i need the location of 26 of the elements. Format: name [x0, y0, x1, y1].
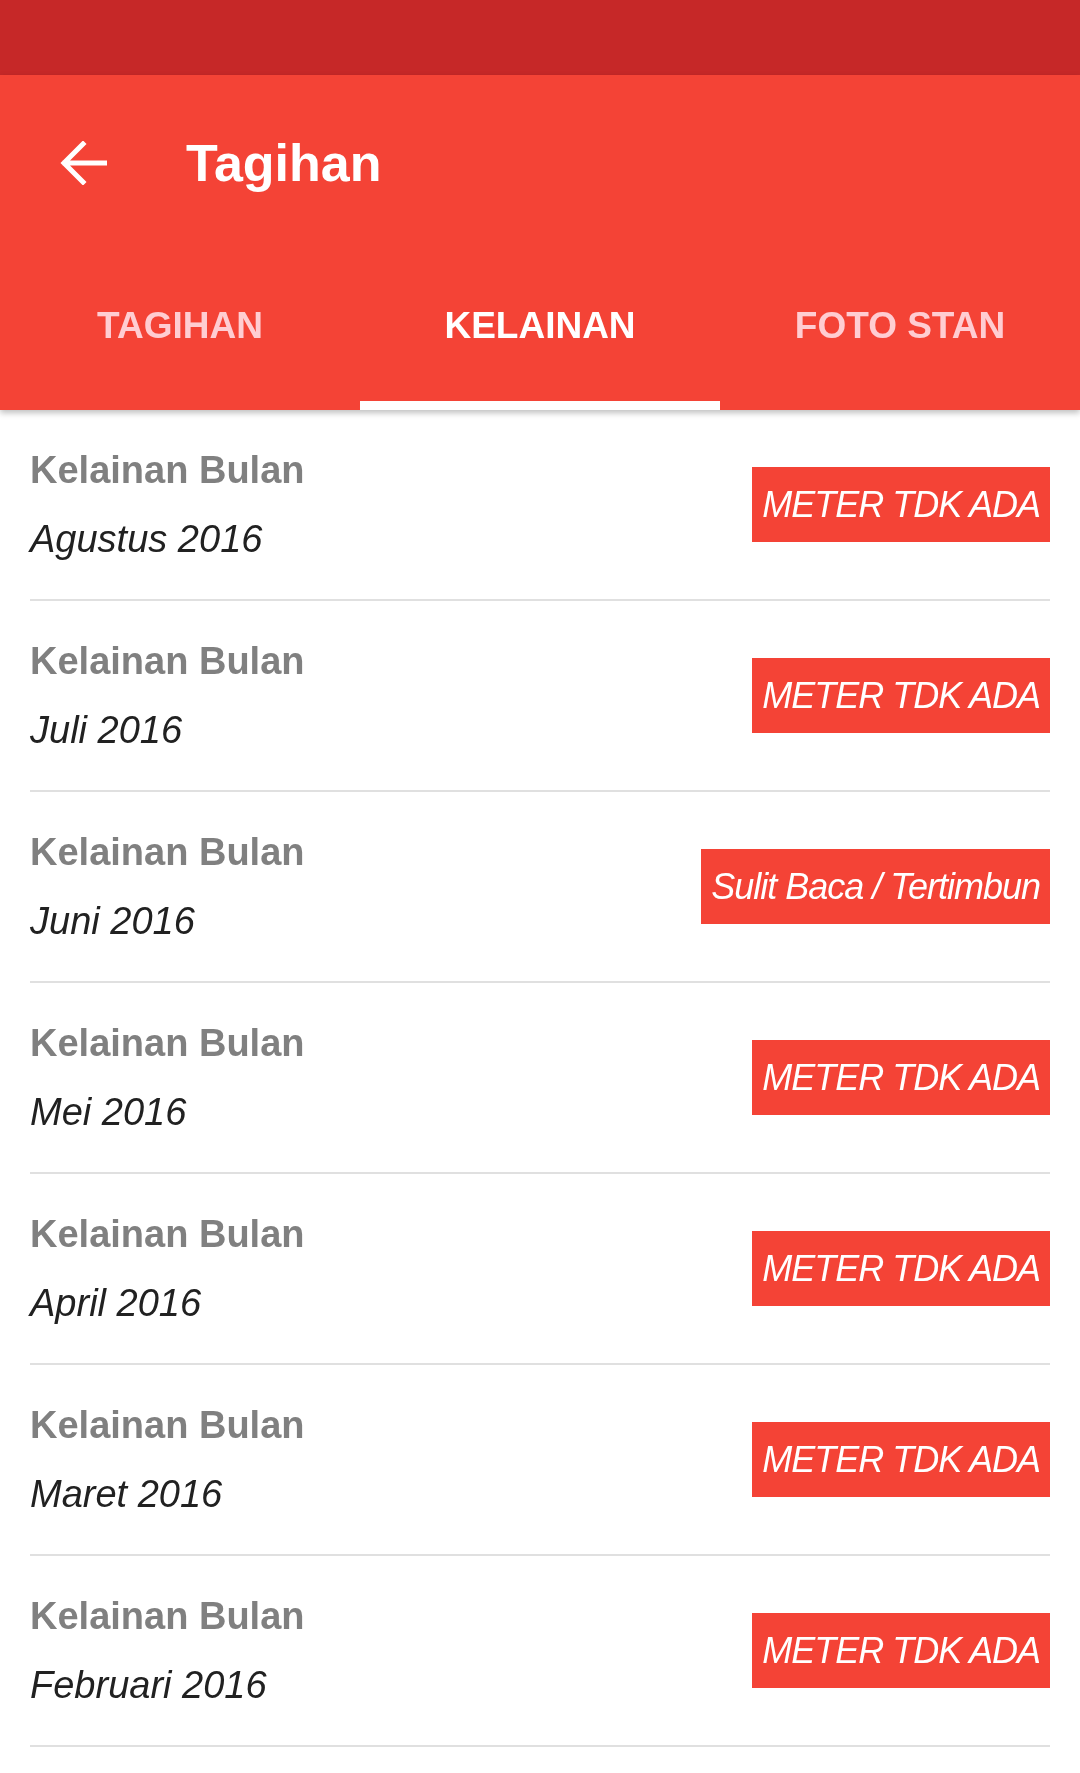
month-text: Maret 2016: [30, 1472, 224, 1516]
row-label: Kelainan Bulan: [30, 1403, 305, 1447]
row-label: Kelainan Bulan: [30, 1212, 305, 1256]
status-tag: METER TDK ADA: [752, 1422, 1050, 1497]
status-tag: METER TDK ADA: [752, 1613, 1050, 1688]
tab[interactable]: KELAINAN: [360, 250, 720, 410]
row-label: Kelainan Bulan: [30, 1594, 305, 1638]
month-text: Agustus 2016: [30, 517, 264, 561]
month-text: April 2016: [30, 1281, 203, 1325]
row-label: Kelainan Bulan: [30, 1021, 305, 1065]
row-label: Kelainan Bulan: [30, 639, 305, 683]
month-text: Juni 2016: [30, 899, 196, 943]
month-text: Juli 2016: [30, 708, 184, 752]
status-tag: METER TDK ADA: [752, 1231, 1050, 1306]
tab[interactable]: TAGIHAN: [0, 250, 360, 410]
back-arrow-icon: [59, 140, 107, 185]
month-text: Februari 2016: [30, 1663, 268, 1707]
status-tag: Sulit Baca / Tertimbun: [701, 849, 1050, 924]
screen-title: Tagihan: [186, 132, 382, 193]
row-label: Kelainan Bulan: [30, 830, 305, 874]
status-tag: METER TDK ADA: [752, 467, 1050, 542]
tab[interactable]: FOTO STAN: [720, 250, 1080, 410]
status-tag: METER TDK ADA: [752, 1040, 1050, 1115]
row-label: Kelainan Bulan: [30, 448, 305, 492]
status-tag: METER TDK ADA: [752, 658, 1050, 733]
month-text: Mei 2016: [30, 1090, 188, 1134]
